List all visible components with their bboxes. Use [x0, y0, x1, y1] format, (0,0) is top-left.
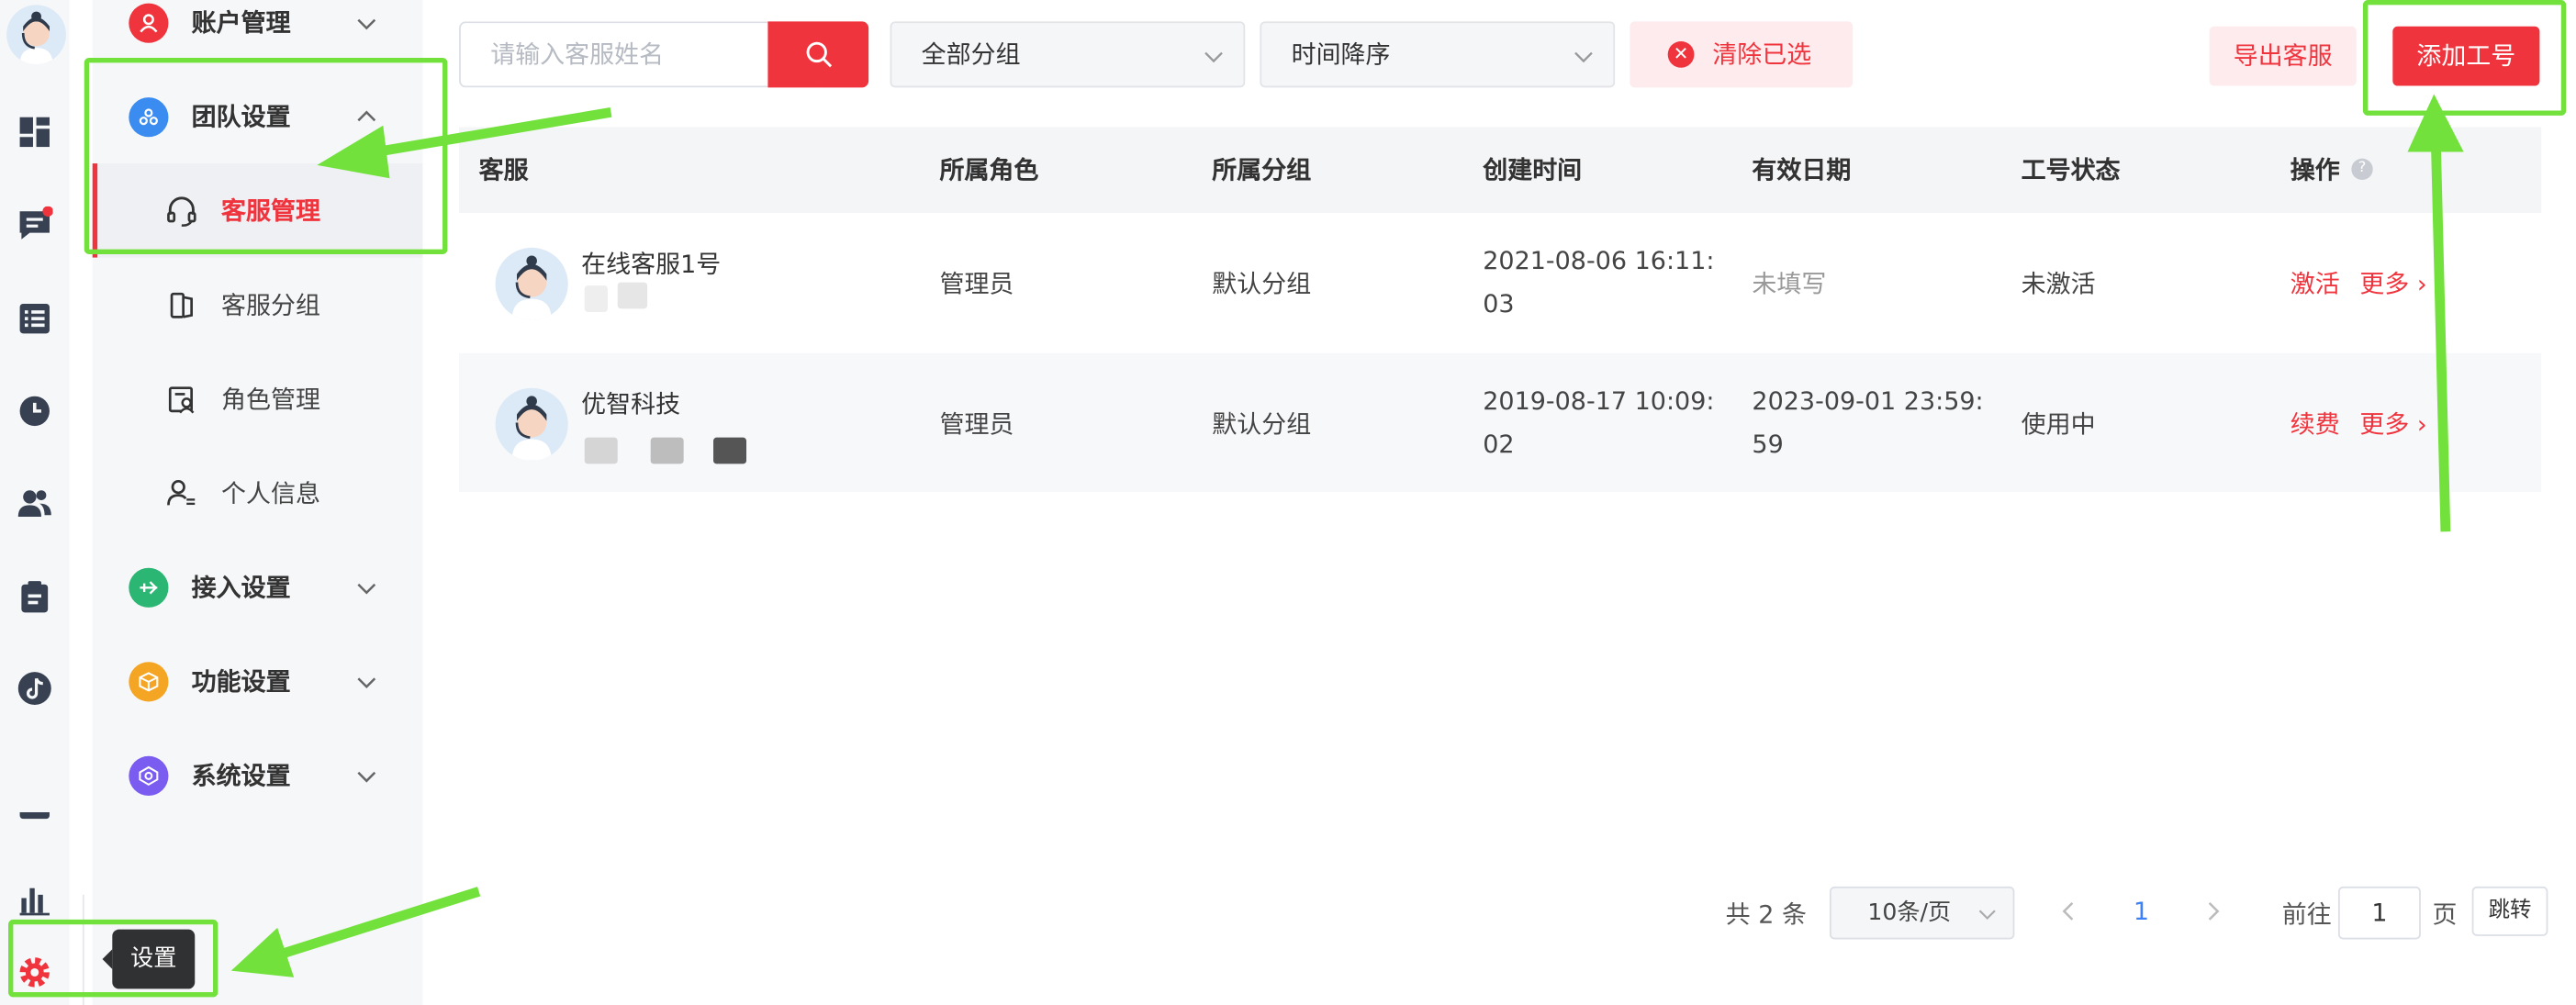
submenu-role-management[interactable]: 角色管理 [93, 352, 423, 446]
user-icon [129, 2, 169, 42]
column-header: 工号状态 [2021, 155, 2121, 185]
agent-name: 优智科技 [581, 389, 681, 419]
group-select[interactable]: 全部分组 [890, 21, 1246, 88]
clear-selection-button[interactable]: ✕ 清除已选 [1630, 21, 1854, 88]
app-window: 账户管理 团队设置 客服管理 客服分组 角色管理 个人信息 接入设置 功能设置 … [0, 0, 2576, 1005]
group-icon [170, 291, 193, 318]
dashboard-icon[interactable] [15, 112, 54, 151]
access-icon [129, 566, 169, 608]
group-cell: 默认分组 [1212, 409, 1312, 440]
menu-access[interactable]: 接入设置 [93, 540, 423, 634]
person-icon [167, 479, 196, 505]
submenu-personal-info[interactable]: 个人信息 [93, 446, 423, 541]
table-header: 客服 所属角色 所属分组 创建时间 有效日期 工号状态 操作 ? [459, 127, 2542, 214]
column-header: 客服 [478, 155, 529, 185]
agent-name: 在线客服1号 [581, 249, 722, 279]
activate-link[interactable]: 激活 [2290, 266, 2340, 301]
chevron-down-icon [357, 582, 376, 594]
blurred-info [584, 285, 608, 312]
partial-icon[interactable] [15, 811, 54, 835]
highlight-box [2362, 0, 2567, 116]
status-cell: 未激活 [2021, 269, 2096, 299]
column-header: 操作 [2290, 155, 2340, 185]
table-row: 优智科技 管理员 默认分组 2019-08-17 10:09: 02 2023-… [459, 352, 2542, 493]
jump-button[interactable]: 跳转 [2471, 886, 2548, 936]
clipboard-icon[interactable] [15, 576, 54, 616]
goto-page-input[interactable]: 1 [2337, 886, 2421, 940]
chevron-down-icon [1978, 910, 1996, 921]
chevron-down-icon [357, 17, 376, 29]
blurred-info [650, 437, 684, 464]
chat-icon[interactable] [15, 205, 54, 244]
page-size-select[interactable]: 10条/页 [1829, 886, 2015, 940]
created-cell: 2019-08-17 10:09: 02 [1483, 385, 1715, 460]
prev-page-icon[interactable] [2059, 899, 2079, 922]
export-agents-button[interactable]: 导出客服 [2209, 26, 2357, 86]
created-cell: 2021-08-06 16:11: 03 [1483, 246, 1715, 319]
total-count: 共 2 条 [1725, 899, 1807, 930]
more-link[interactable]: 更多 › [2359, 406, 2426, 441]
role-cell: 管理员 [939, 269, 1014, 299]
next-page-icon[interactable] [2202, 899, 2223, 922]
tiktok-icon[interactable] [15, 668, 54, 708]
help-icon[interactable]: ? [2351, 158, 2373, 181]
column-header: 所属分组 [1212, 155, 1312, 185]
menu-system[interactable]: 系统设置 [93, 728, 423, 822]
close-circle-icon: ✕ [1667, 40, 1695, 68]
role-cell: 管理员 [939, 409, 1014, 440]
goto-label: 前往 [2281, 899, 2332, 930]
users-icon[interactable] [15, 484, 54, 523]
blurred-info [617, 282, 648, 309]
chevron-down-icon [357, 676, 376, 688]
column-header: 有效日期 [1752, 155, 1852, 185]
chevron-down-icon [357, 771, 376, 782]
group-select-value: 全部分组 [921, 39, 1021, 70]
chevron-down-icon [1574, 51, 1593, 63]
renew-link[interactable]: 续费 [2290, 406, 2340, 441]
search-input[interactable] [459, 21, 768, 88]
table-row: 在线客服1号 管理员 默认分组 2021-08-06 16:11: 03 未填写… [459, 213, 2541, 352]
search-button[interactable] [767, 21, 869, 88]
group-cell: 默认分组 [1212, 269, 1312, 299]
menu-function[interactable]: 功能设置 [93, 634, 423, 729]
sort-select-value: 时间降序 [1291, 39, 1391, 70]
system-icon [129, 754, 169, 796]
sort-select[interactable]: 时间降序 [1260, 21, 1616, 88]
chart-icon[interactable] [15, 880, 54, 920]
page-number[interactable]: 1 [2134, 897, 2149, 926]
list-icon[interactable] [15, 299, 54, 339]
valid-date-cell: 2023-09-01 23:59: 59 [1752, 385, 1984, 460]
submenu-agent-groups[interactable]: 客服分组 [93, 258, 423, 352]
icon-rail [0, 0, 70, 1005]
more-link[interactable]: 更多 › [2359, 266, 2426, 301]
function-icon [129, 661, 169, 701]
avatar[interactable] [6, 5, 66, 65]
blurred-info [584, 437, 618, 464]
avatar [495, 387, 568, 461]
status-cell: 使用中 [2021, 409, 2096, 440]
page-label: 页 [2432, 899, 2458, 930]
valid-date-cell: 未填写 [1752, 269, 1827, 299]
column-header: 所属角色 [939, 155, 1039, 185]
highlight-box [84, 57, 448, 254]
search-icon [805, 41, 832, 68]
role-icon [168, 385, 195, 413]
blurred-info [713, 437, 747, 464]
clock-icon[interactable] [15, 391, 54, 430]
highlight-box [7, 919, 218, 998]
column-header: 创建时间 [1483, 155, 1583, 185]
avatar [495, 247, 568, 320]
chevron-down-icon [1204, 51, 1223, 63]
